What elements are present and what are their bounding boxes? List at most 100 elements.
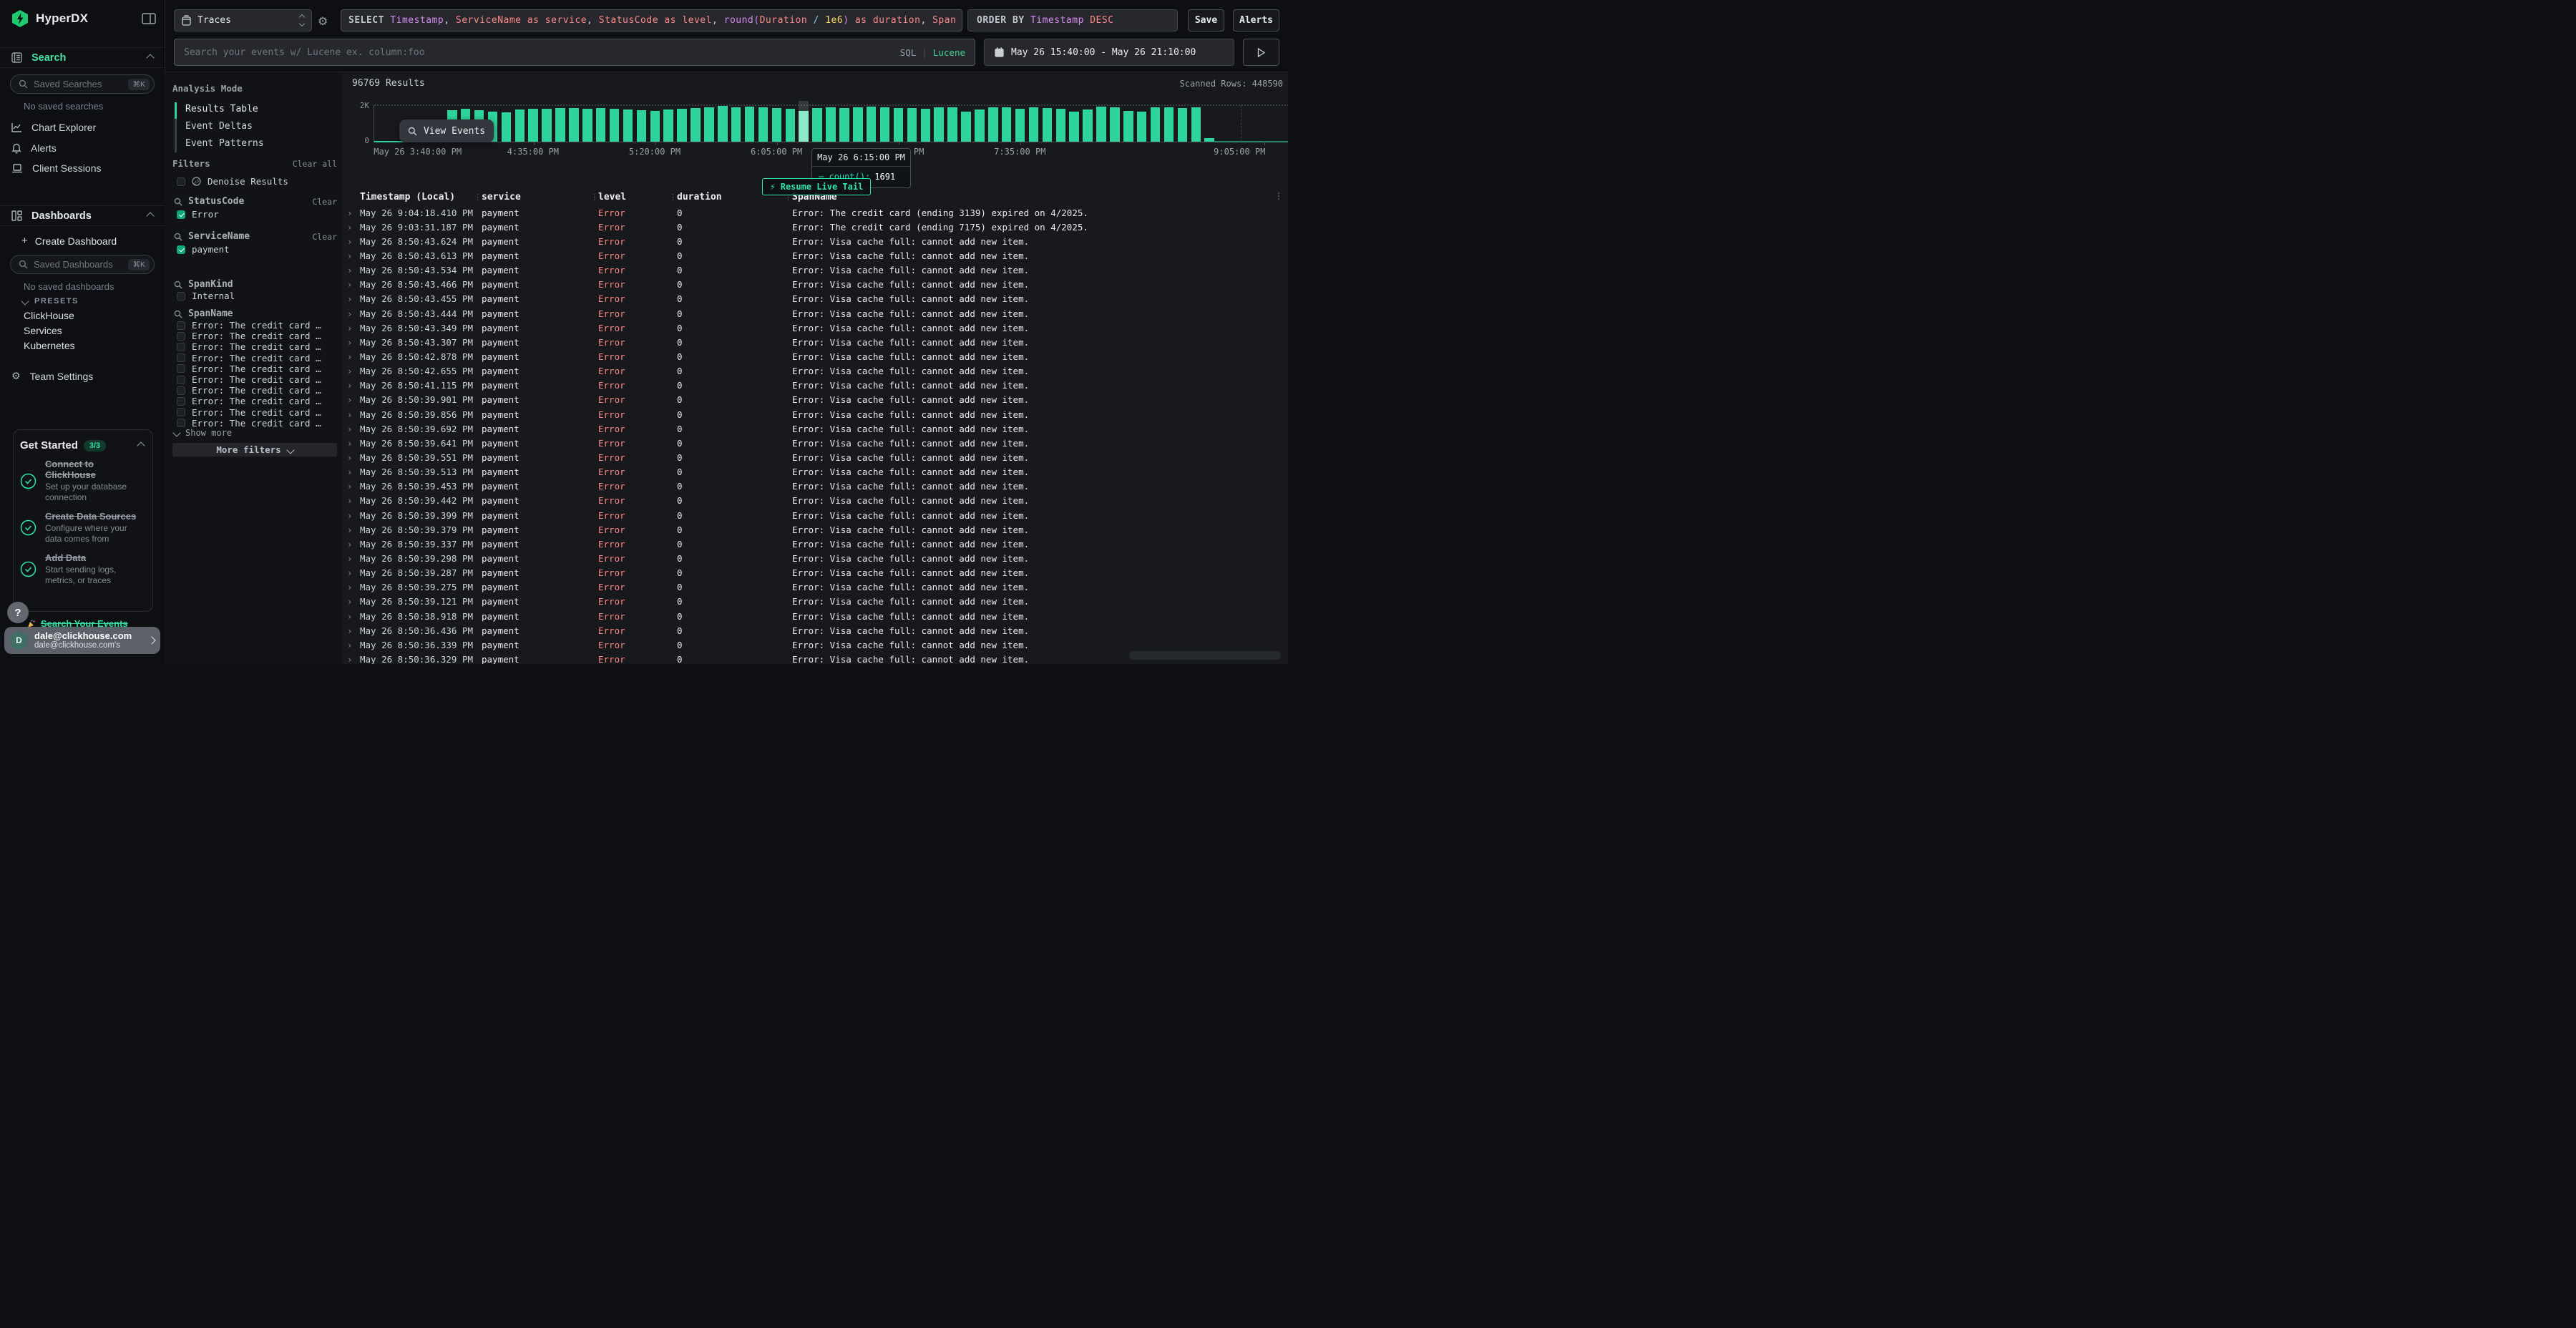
row-expand-icon[interactable]: › [347,481,360,492]
histogram-bar[interactable] [1015,109,1025,142]
table-row[interactable]: ›May 26 8:50:43.349 PMpaymentError0Error… [343,321,1288,335]
histogram-bar[interactable] [880,107,890,142]
histogram-bar[interactable] [731,107,741,142]
checkbox-unchecked[interactable] [177,364,185,373]
table-row[interactable]: ›May 26 8:50:43.466 PMpaymentError0Error… [343,278,1288,292]
histogram-bar[interactable] [1191,107,1201,142]
checkbox-unchecked[interactable] [177,332,185,341]
presets-header[interactable]: PRESETS [22,297,79,306]
table-row[interactable]: ›May 26 8:50:39.453 PMpaymentError0Error… [343,479,1288,494]
histogram-bar[interactable] [1083,109,1093,142]
row-expand-icon[interactable]: › [347,611,360,622]
row-expand-icon[interactable]: › [347,236,360,247]
column-resize-handle[interactable]: ⋮ [669,192,677,202]
row-expand-icon[interactable]: › [347,394,360,405]
histogram-bar[interactable] [853,107,863,142]
table-row[interactable]: ›May 26 8:50:36.339 PMpaymentError0Error… [343,638,1288,652]
histogram-bar[interactable] [663,109,673,142]
sidebar-section-dashboards[interactable]: Dashboards [0,205,165,226]
histogram-bar[interactable] [961,112,971,142]
table-row[interactable]: ›May 26 8:50:39.641 PMpaymentError0Error… [343,436,1288,450]
histogram-bar[interactable] [1069,112,1079,142]
sidebar-section-search[interactable]: Search [0,47,165,68]
table-row[interactable]: ›May 26 8:50:39.513 PMpaymentError0Error… [343,465,1288,479]
histogram-bar[interactable] [502,112,512,142]
histogram-bar[interactable] [799,111,809,142]
table-row[interactable]: ›May 26 8:50:39.901 PMpaymentError0Error… [343,393,1288,407]
checkbox-unchecked[interactable] [177,376,185,384]
toggle-sql[interactable]: SQL [900,47,917,58]
sql-orderby-editor[interactable]: ORDER BY Timestamp DESC [967,9,1178,31]
table-row[interactable]: ›May 26 8:50:43.624 PMpaymentError0Error… [343,234,1288,248]
histogram-bar[interactable] [704,107,714,142]
table-row[interactable]: ›May 26 8:50:39.399 PMpaymentError0Error… [343,508,1288,522]
histogram-bar[interactable] [1002,107,1012,142]
histogram-bar[interactable] [839,108,849,142]
table-row[interactable]: ›May 26 8:50:43.444 PMpaymentError0Error… [343,306,1288,321]
table-row[interactable]: ›May 26 8:50:41.115 PMpaymentError0Error… [343,379,1288,393]
resume-live-tail-button[interactable]: ⚡ Resume Live Tail [762,178,871,195]
row-expand-icon[interactable]: › [347,409,360,420]
column-header-service[interactable]: ⋮service [482,192,598,202]
histogram-bar[interactable] [812,108,822,142]
table-row[interactable]: ›May 26 8:50:39.275 PMpaymentError0Error… [343,580,1288,595]
histogram-bar[interactable] [934,107,944,142]
run-query-button[interactable] [1243,39,1279,66]
histogram-bar[interactable] [947,107,957,142]
sidebar-collapse-icon[interactable] [142,13,156,24]
row-expand-icon[interactable]: › [347,510,360,521]
clear-link[interactable]: Clear [312,197,337,207]
get-started-item[interactable]: Add DataStart sending logs, metrics, or … [20,552,144,586]
histogram-bar[interactable] [555,108,565,142]
analysis-mode-results-table[interactable]: Results Table [185,104,258,114]
language-toggle[interactable]: SQL | Lucene [900,47,965,58]
histogram-bar[interactable] [894,108,904,142]
filter-value-spanname[interactable]: Error: The credit card … [177,418,321,429]
preset-dashboard-services[interactable]: Services [24,325,62,336]
horizontal-scrollbar-thumb[interactable] [1129,651,1281,660]
table-row[interactable]: ›May 26 8:50:43.455 PMpaymentError0Error… [343,292,1288,306]
histogram-bar[interactable] [1029,107,1039,142]
view-events-button[interactable]: View Events [399,119,494,142]
histogram-bar[interactable] [650,111,660,142]
row-expand-icon[interactable]: › [347,208,360,218]
column-resize-handle[interactable]: ⋮ [474,192,482,202]
histogram-bar[interactable] [528,109,538,142]
histogram-bar[interactable] [921,109,931,142]
histogram-bar[interactable] [1178,108,1188,142]
histogram-bar[interactable] [582,109,592,142]
histogram-bar[interactable] [1056,109,1066,142]
histogram-bar[interactable] [637,110,647,142]
table-row[interactable]: ›May 26 9:03:31.187 PMpaymentError0Error… [343,220,1288,234]
row-expand-icon[interactable]: › [347,654,360,664]
table-row[interactable]: ›May 26 8:50:43.307 PMpaymentError0Error… [343,335,1288,349]
show-more-link[interactable]: Show more [174,428,232,438]
histogram-bar[interactable] [745,107,755,142]
histogram-bar[interactable] [677,109,687,142]
row-expand-icon[interactable]: › [347,625,360,636]
column-header-timestamp[interactable]: Timestamp (Local) [360,192,482,202]
row-expand-icon[interactable]: › [347,323,360,333]
histogram-bar[interactable] [975,109,985,142]
histogram-bar[interactable] [1096,107,1106,142]
histogram-bar[interactable] [691,108,701,142]
table-row[interactable]: ›May 26 8:50:43.534 PMpaymentError0Error… [343,263,1288,278]
saved-searches-input[interactable]: Saved Searches ⌘K [10,74,155,94]
table-row[interactable]: ›May 26 8:50:39.379 PMpaymentError0Error… [343,522,1288,537]
analysis-mode-event-patterns[interactable]: Event Patterns [185,138,264,149]
histogram-bar[interactable] [515,109,525,142]
histogram-bar[interactable] [1137,112,1147,142]
preset-dashboard-clickhouse[interactable]: ClickHouse [24,310,74,321]
row-expand-icon[interactable]: › [347,438,360,449]
table-row[interactable]: ›May 26 8:50:36.436 PMpaymentError0Error… [343,623,1288,638]
preset-dashboard-kubernetes[interactable]: Kubernetes [24,340,75,351]
filter-value-spanname[interactable]: Error: The credit card … [177,353,321,363]
checkbox-unchecked[interactable] [177,321,185,330]
row-expand-icon[interactable]: › [347,539,360,550]
user-menu[interactable]: D dale@clickhouse.com dale@clickhouse.co… [4,627,160,654]
histogram-bar[interactable] [867,107,877,142]
histogram-bar[interactable] [596,108,606,142]
histogram-bar[interactable] [718,106,728,142]
histogram-bar[interactable] [772,108,782,142]
row-expand-icon[interactable]: › [347,380,360,391]
